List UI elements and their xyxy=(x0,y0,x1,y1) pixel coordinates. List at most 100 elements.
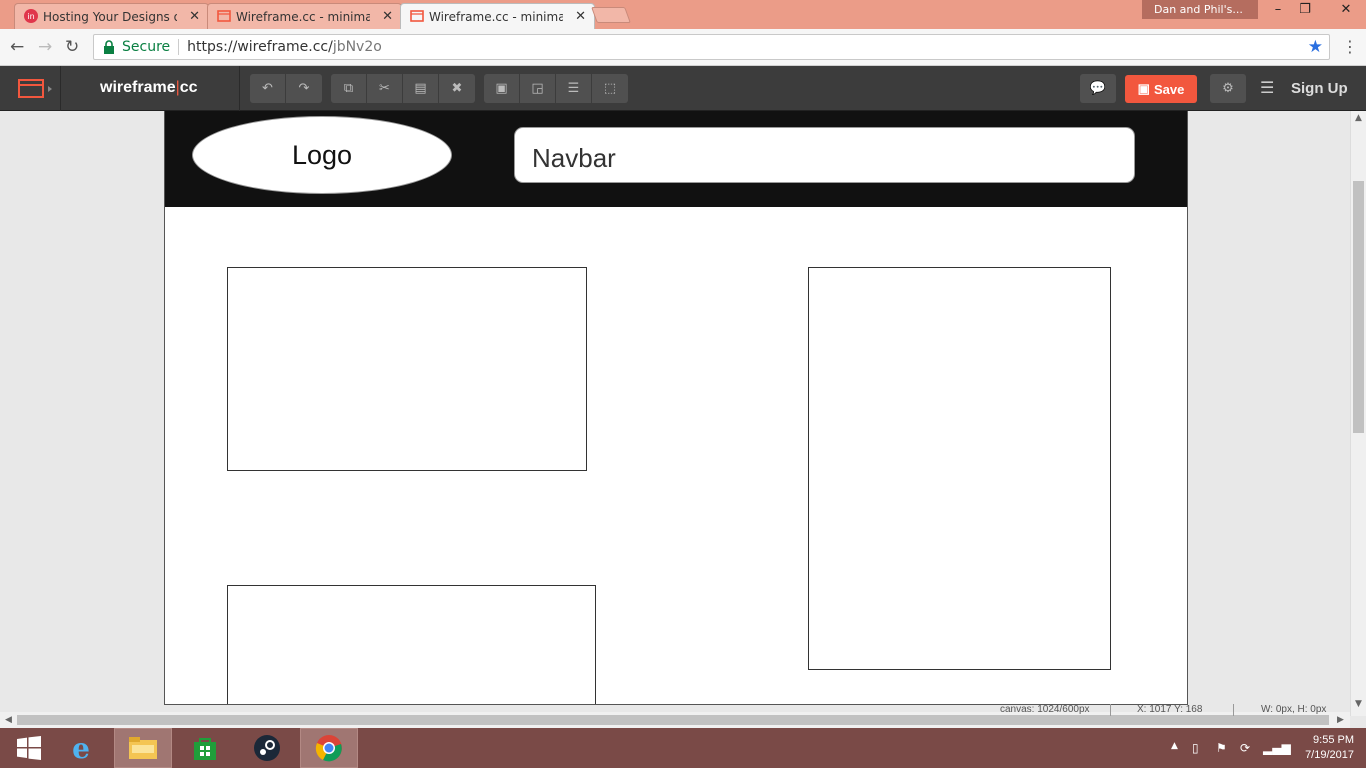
canvas-size-readout: canvas: 1024/600px xyxy=(1000,704,1090,715)
browser-tab-strip: in Hosting Your Designs on ✕ Wireframe.c… xyxy=(0,0,1366,29)
clock-date: 7/19/2017 xyxy=(1305,749,1354,761)
logo-text: Logo xyxy=(291,139,353,170)
show-hidden-icons-icon[interactable]: ▲ xyxy=(1171,741,1178,751)
minimize-icon[interactable]: – xyxy=(1263,2,1293,18)
wireframe-canvas[interactable]: Logo Navbar xyxy=(164,111,1188,705)
vertical-scrollbar[interactable]: ▲ ▼ xyxy=(1350,111,1366,716)
browser-tab-wireframe-2[interactable]: Wireframe.cc - minimal w ✕ xyxy=(400,3,595,29)
gears-icon: ⚙ xyxy=(1222,81,1234,96)
redo-icon[interactable]: ↷ xyxy=(286,74,322,103)
scroll-right-icon[interactable]: ▶ xyxy=(1337,715,1344,725)
steam-icon[interactable] xyxy=(238,728,296,768)
divider xyxy=(1110,704,1111,716)
back-arrow-icon[interactable]: ← xyxy=(10,37,24,57)
navbar-rectangle[interactable]: Navbar xyxy=(514,127,1135,183)
navbar-text: Navbar xyxy=(532,143,616,173)
url-path: jbNv2o xyxy=(332,39,382,55)
steam-logo-icon xyxy=(254,735,280,761)
divider xyxy=(178,39,180,55)
wireframe-favicon-icon xyxy=(217,10,231,22)
comment-icon: 💬 xyxy=(1089,81,1107,96)
undo-icon[interactable]: ↶ xyxy=(250,74,286,103)
battery-icon[interactable]: ▯ xyxy=(1192,741,1199,755)
divider xyxy=(60,66,61,111)
invision-favicon-icon: in xyxy=(24,9,38,23)
scroll-thumb[interactable] xyxy=(17,715,1329,725)
scroll-left-icon[interactable]: ◀ xyxy=(5,715,12,725)
reload-icon[interactable]: ↻ xyxy=(65,37,79,57)
comment-button[interactable]: 💬 xyxy=(1080,74,1116,103)
close-icon[interactable]: ✕ xyxy=(382,9,393,24)
app-logo: wireframe|cc xyxy=(100,79,198,97)
brand-suffix: cc xyxy=(179,79,198,96)
sign-up-link[interactable]: Sign Up xyxy=(1291,80,1348,97)
network-signal-icon[interactable]: ▂▄▆ xyxy=(1263,741,1291,755)
copy-icon[interactable]: ⧉ xyxy=(331,74,367,103)
content-box-bottom-left[interactable] xyxy=(227,585,596,704)
url-text: https://wireframe.cc/jbNv2o xyxy=(187,39,382,55)
content-box-top-left[interactable] xyxy=(227,267,587,471)
chrome-icon[interactable] xyxy=(300,728,358,768)
settings-button[interactable]: ⚙ xyxy=(1210,74,1246,103)
tab-label: Wireframe.cc - minimal w xyxy=(429,9,563,24)
file-explorer-icon[interactable] xyxy=(114,728,172,768)
selection-size-readout: W: 0px, H: 0px xyxy=(1261,704,1327,715)
divider xyxy=(1233,704,1234,716)
save-button[interactable]: ▣ Save xyxy=(1125,75,1197,103)
store-icon[interactable] xyxy=(176,728,234,768)
folder-icon xyxy=(129,737,157,759)
cut-icon[interactable]: ✂ xyxy=(367,74,403,103)
logo-ellipse[interactable]: Logo xyxy=(192,116,452,194)
bookmark-star-icon[interactable]: ★ xyxy=(1308,37,1323,57)
lock-icon xyxy=(104,40,114,54)
action-center-flag-icon[interactable]: ⚑ xyxy=(1216,741,1227,755)
taskbar: e ▲ ▯ ⚑ ⟳ ▂▄▆ 9:55 PM 7/19/2017 xyxy=(0,728,1366,768)
brand-name: wireframe xyxy=(100,79,176,96)
windows-logo-icon xyxy=(17,736,41,760)
browser-menu-icon[interactable]: ⋮ xyxy=(1342,37,1358,56)
content-box-right[interactable] xyxy=(808,267,1111,670)
sync-icon[interactable]: ⟳ xyxy=(1240,741,1250,755)
scroll-up-icon[interactable]: ▲ xyxy=(1355,113,1362,123)
group-icon[interactable]: ⬚ xyxy=(592,74,628,103)
delete-icon[interactable]: ✖ xyxy=(439,74,475,103)
url-host: https://wireframe.cc/ xyxy=(187,39,333,55)
tab-label: Wireframe.cc - minimal w xyxy=(236,9,370,24)
system-clock[interactable]: 9:55 PM 7/19/2017 xyxy=(1305,733,1354,763)
pages-menu-icon[interactable] xyxy=(17,78,53,98)
close-icon[interactable]: ✕ xyxy=(575,9,586,24)
store-bag-icon xyxy=(194,738,216,760)
restore-icon[interactable]: ❐ xyxy=(1290,2,1320,18)
start-button[interactable] xyxy=(0,728,58,768)
paste-icon[interactable]: ▤ xyxy=(403,74,439,103)
scroll-thumb[interactable] xyxy=(1353,181,1364,433)
clock-time: 9:55 PM xyxy=(1313,734,1354,746)
browser-tab-wireframe-1[interactable]: Wireframe.cc - minimal w ✕ xyxy=(207,3,402,29)
secure-label: Secure xyxy=(122,39,171,55)
profile-badge[interactable]: Dan and Phil's... xyxy=(1142,0,1258,19)
address-bar[interactable]: Secure https://wireframe.cc/jbNv2o ★ xyxy=(93,34,1330,60)
lock-icon[interactable]: ▣ xyxy=(484,74,520,103)
hamburger-menu-icon[interactable]: ☰ xyxy=(1260,78,1274,97)
chrome-logo-icon xyxy=(315,735,342,762)
save-label: Save xyxy=(1153,81,1185,97)
canvas-stage: Logo Navbar xyxy=(0,111,1350,716)
profile-name: Dan and Phil's... xyxy=(1154,3,1243,16)
browser-tab-hosting[interactable]: in Hosting Your Designs on ✕ xyxy=(14,3,209,29)
edit-group: ⧉ ✂ ▤ ✖ xyxy=(331,74,475,103)
cursor-position-readout: X: 1017 Y: 168 xyxy=(1137,704,1203,715)
divider xyxy=(239,66,240,111)
app-toolbar: wireframe|cc ↶ ↷ ⧉ ✂ ▤ ✖ ▣ ◲ ☰ ⬚ 💬 ▣ Sav… xyxy=(0,66,1366,111)
new-tab-button[interactable] xyxy=(591,7,631,23)
scroll-down-icon[interactable]: ▼ xyxy=(1355,699,1362,709)
forward-arrow-icon[interactable]: → xyxy=(38,37,52,57)
bring-to-front-icon[interactable]: ◲ xyxy=(520,74,556,103)
history-group: ↶ ↷ xyxy=(250,74,322,103)
arrange-group: ▣ ◲ ☰ ⬚ xyxy=(484,74,628,103)
close-icon[interactable]: ✕ xyxy=(189,9,200,24)
internet-explorer-icon[interactable]: e xyxy=(52,728,110,768)
tab-label: Hosting Your Designs on xyxy=(43,9,177,24)
align-left-icon[interactable]: ☰ xyxy=(556,74,592,103)
floppy-disk-icon: ▣ xyxy=(1137,81,1150,96)
window-close-icon[interactable]: ✕ xyxy=(1326,2,1366,18)
